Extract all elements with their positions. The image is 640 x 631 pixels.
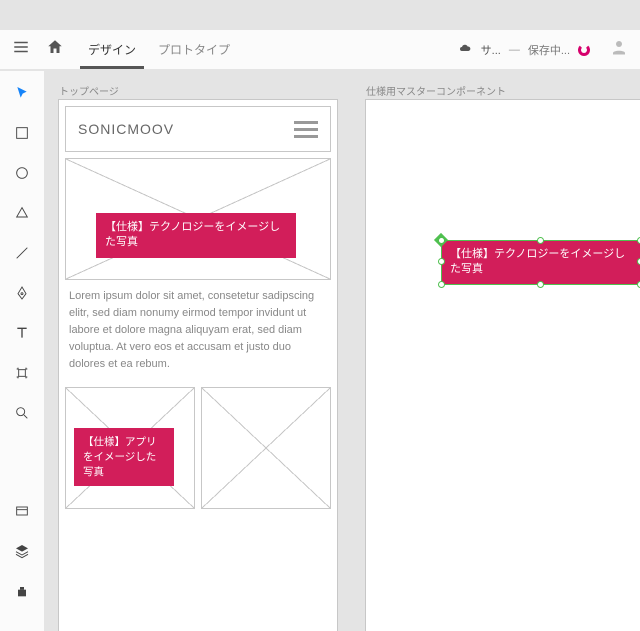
document-name[interactable]: サ... bbox=[481, 42, 501, 58]
card-image-placeholder-2[interactable] bbox=[201, 387, 331, 509]
design-canvas[interactable]: トップページ 仕様用マスターコンポーネント SONICMOOV 【仕様】テクノロ… bbox=[45, 70, 640, 631]
resize-handle-s[interactable] bbox=[537, 281, 544, 288]
main-menu-button[interactable] bbox=[6, 38, 36, 61]
pen-tool[interactable] bbox=[12, 283, 32, 303]
polygon-tool[interactable] bbox=[12, 203, 32, 223]
selected-component[interactable]: 【仕様】テクノロジーをイメージした写真 bbox=[441, 240, 640, 285]
brand-text: SONICMOOV bbox=[78, 121, 174, 137]
lorem-text[interactable]: Lorem ipsum dolor sit amet, consetetur s… bbox=[59, 286, 337, 381]
avatar[interactable] bbox=[610, 38, 634, 61]
artboard-label-2[interactable]: 仕様用マスターコンポーネント bbox=[366, 83, 506, 98]
plugins-panel-button[interactable] bbox=[12, 581, 32, 601]
resize-handle-n[interactable] bbox=[537, 237, 544, 244]
resize-handle-w[interactable] bbox=[438, 258, 445, 265]
artboard-tool[interactable] bbox=[12, 363, 32, 383]
component-label: 【仕様】テクノロジーをイメージした写真 bbox=[450, 248, 625, 275]
artboard-label-1[interactable]: トップページ bbox=[59, 83, 119, 98]
hero-image-placeholder[interactable]: 【仕様】テクノロジーをイメージした写真 bbox=[65, 158, 331, 280]
line-tool[interactable] bbox=[12, 243, 32, 263]
left-toolbar bbox=[0, 70, 45, 631]
artboard-master-components[interactable]: 【仕様】テクノロジーをイメージした写真 bbox=[365, 99, 640, 631]
tab-prototype[interactable]: プロトタイプ bbox=[150, 31, 238, 69]
tab-design[interactable]: デザイン bbox=[80, 31, 144, 69]
layers-panel-button[interactable] bbox=[12, 541, 32, 561]
spec-annotation-hero[interactable]: 【仕様】テクノロジーをイメージした写真 bbox=[96, 213, 296, 258]
ellipse-tool[interactable] bbox=[12, 163, 32, 183]
text-tool[interactable] bbox=[12, 323, 32, 343]
assets-panel-button[interactable] bbox=[12, 501, 32, 521]
spec-annotation-app[interactable]: 【仕様】アプリをイメージした写真 bbox=[74, 428, 174, 486]
rectangle-tool[interactable] bbox=[12, 123, 32, 143]
saving-spinner-icon bbox=[578, 44, 590, 56]
select-tool[interactable] bbox=[12, 83, 32, 103]
menubar: デザイン プロトタイプ サ... — 保存中... bbox=[0, 30, 640, 70]
save-status: 保存中... bbox=[528, 42, 570, 58]
window-titlebar bbox=[0, 0, 640, 30]
resize-handle-nw[interactable] bbox=[438, 237, 445, 244]
mock-hamburger-icon bbox=[294, 121, 318, 138]
zoom-tool[interactable] bbox=[12, 403, 32, 423]
separator-dash: — bbox=[509, 44, 520, 56]
home-button[interactable] bbox=[40, 38, 70, 61]
card-image-placeholder-1[interactable]: 【仕様】アプリをイメージした写真 bbox=[65, 387, 195, 509]
artboard-top-page[interactable]: SONICMOOV 【仕様】テクノロジーをイメージした写真 Lorem ipsu… bbox=[58, 99, 338, 631]
cloud-icon bbox=[457, 41, 473, 58]
mock-header: SONICMOOV bbox=[65, 106, 331, 152]
resize-handle-sw[interactable] bbox=[438, 281, 445, 288]
